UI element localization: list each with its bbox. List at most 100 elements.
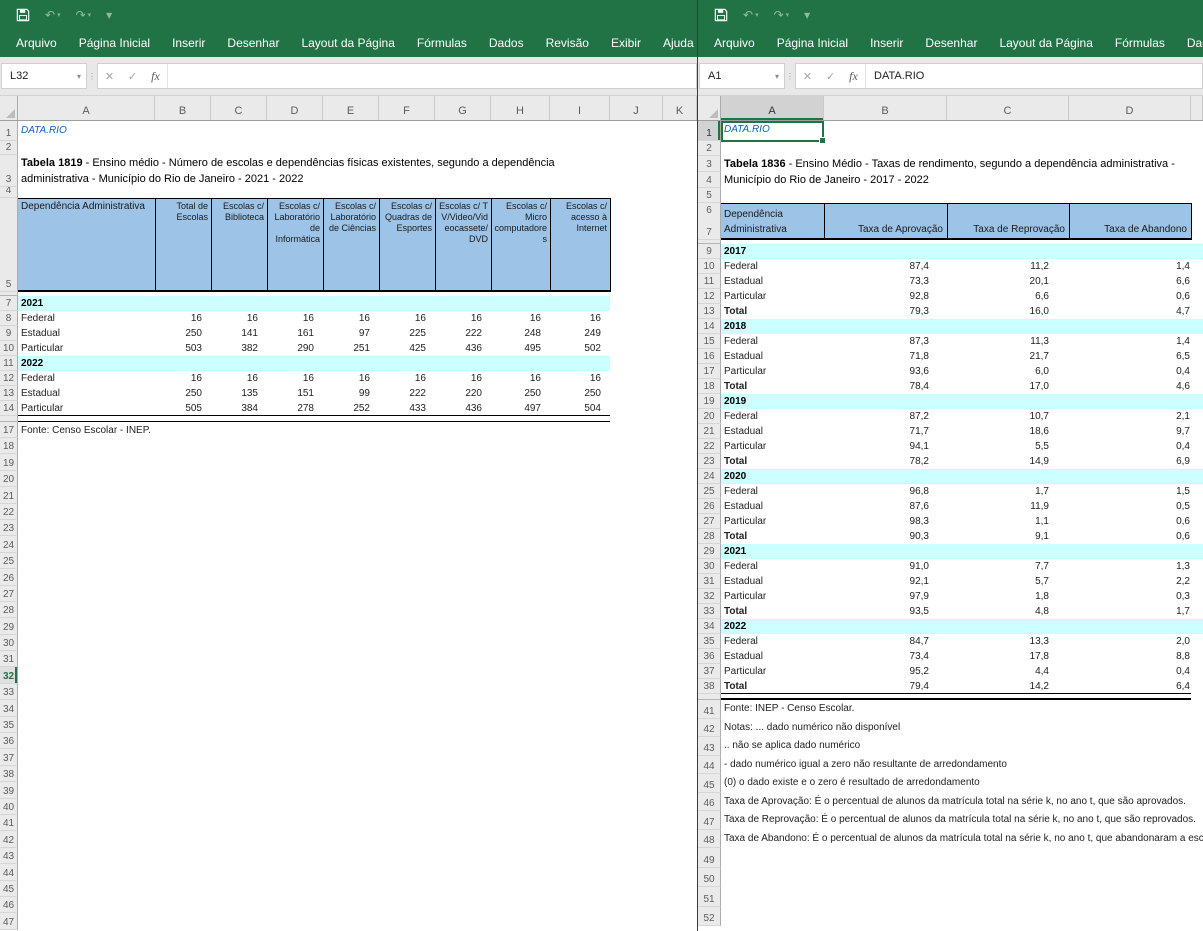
row-header-3[interactable]: 3 bbox=[0, 155, 18, 187]
data-cell[interactable]: 78,2 bbox=[824, 454, 947, 469]
row-header-17[interactable]: 17 bbox=[698, 364, 721, 379]
select-all-corner[interactable] bbox=[698, 96, 721, 120]
row-header-23[interactable]: 23 bbox=[698, 454, 721, 469]
data-cell[interactable]: 71,7 bbox=[824, 424, 947, 439]
row-cells[interactable] bbox=[18, 864, 697, 880]
row-cells[interactable] bbox=[18, 536, 697, 552]
save-icon[interactable] bbox=[714, 8, 728, 22]
row-cells[interactable] bbox=[721, 848, 1203, 868]
row-header-2[interactable]: 2 bbox=[698, 141, 721, 156]
row-header-6-7[interactable]: 67 bbox=[698, 203, 721, 240]
data-cell[interactable]: 16 bbox=[550, 311, 610, 326]
data-cell[interactable]: 220 bbox=[435, 386, 491, 401]
row-cells[interactable] bbox=[18, 569, 697, 585]
row-cells[interactable]: Federal87,311,31,4 bbox=[721, 334, 1203, 349]
data-cell[interactable]: 16 bbox=[379, 311, 435, 326]
row-header-45[interactable]: 45 bbox=[0, 881, 18, 897]
row-header-27[interactable]: 27 bbox=[698, 514, 721, 529]
data-cell[interactable]: 20,1 bbox=[947, 274, 1069, 289]
row-cells[interactable]: Taxa de Abandono: É o percentual de alun… bbox=[721, 830, 1203, 849]
row-cells[interactable] bbox=[18, 684, 697, 700]
row-cells[interactable]: Estadual25014116197225222248249 bbox=[18, 326, 697, 341]
row-header-41[interactable]: 41 bbox=[0, 815, 18, 831]
row-header-45[interactable]: 45 bbox=[698, 774, 721, 793]
data-cell[interactable]: 11,9 bbox=[947, 499, 1069, 514]
data-cell[interactable]: 225 bbox=[379, 326, 435, 341]
quick-access-customize-icon[interactable]: ▾ bbox=[106, 9, 112, 21]
data-cell[interactable]: 1,1 bbox=[947, 514, 1069, 529]
ribbon-tab-layout-da-p-gina[interactable]: Layout da Página bbox=[988, 30, 1103, 57]
row-header-44[interactable]: 44 bbox=[0, 864, 18, 880]
data-cell[interactable]: 2,0 bbox=[1069, 634, 1203, 649]
insert-function-icon[interactable]: fx bbox=[842, 69, 865, 84]
row-header-36[interactable]: 36 bbox=[0, 733, 18, 749]
row-cells[interactable] bbox=[18, 881, 697, 897]
name-box-dropdown-icon[interactable]: ▾ bbox=[775, 72, 779, 81]
data-cell[interactable]: 97 bbox=[323, 326, 379, 341]
data-cell[interactable]: 87,2 bbox=[824, 409, 947, 424]
row-cells[interactable]: Dependência AdministrativaTotal de Escol… bbox=[18, 198, 697, 292]
row-header-12[interactable]: 12 bbox=[698, 289, 721, 304]
ribbon-tab-inserir[interactable]: Inserir bbox=[859, 30, 914, 57]
data-cell[interactable]: 0,3 bbox=[1069, 589, 1203, 604]
ribbon-tab-dados[interactable]: Dados bbox=[478, 30, 535, 57]
row-header-24[interactable]: 24 bbox=[698, 469, 721, 484]
column-header-F[interactable]: F bbox=[379, 96, 435, 120]
row-header-47[interactable]: 47 bbox=[0, 913, 18, 929]
row-header-46[interactable]: 46 bbox=[0, 897, 18, 913]
data-cell[interactable]: 16 bbox=[323, 371, 379, 386]
row-header-38[interactable]: 38 bbox=[698, 679, 721, 694]
row-header-19[interactable]: 19 bbox=[0, 454, 18, 470]
row-header-27[interactable]: 27 bbox=[0, 586, 18, 602]
column-header-D[interactable]: D bbox=[267, 96, 323, 120]
row-header-51[interactable]: 51 bbox=[698, 887, 721, 907]
ribbon-tab-f-rmulas[interactable]: Fórmulas bbox=[406, 30, 478, 57]
data-cell[interactable]: 16 bbox=[155, 371, 211, 386]
row-cells[interactable]: Particular95,24,40,4 bbox=[721, 664, 1203, 679]
data-cell[interactable]: 92,1 bbox=[824, 574, 947, 589]
row-cells[interactable] bbox=[18, 749, 697, 765]
column-header-E[interactable]: E bbox=[323, 96, 379, 120]
data-cell[interactable]: 1,5 bbox=[1069, 484, 1203, 499]
data-cell[interactable]: 6,0 bbox=[947, 364, 1069, 379]
data-cell[interactable]: 16 bbox=[211, 311, 267, 326]
data-cell[interactable]: 1,7 bbox=[947, 484, 1069, 499]
row-header-15[interactable]: 15 bbox=[698, 334, 721, 349]
data-cell[interactable]: 90,3 bbox=[824, 529, 947, 544]
row-cells[interactable] bbox=[18, 141, 697, 155]
ribbon-tab-layout-da-p-gina[interactable]: Layout da Página bbox=[290, 30, 405, 57]
undo-icon[interactable]: ↶▾ bbox=[743, 9, 759, 21]
enter-icon[interactable]: ✓ bbox=[819, 70, 842, 83]
row-cells[interactable] bbox=[721, 141, 1203, 156]
row-cells[interactable] bbox=[18, 187, 697, 198]
data-cell[interactable]: 0,4 bbox=[1069, 439, 1203, 454]
data-cell[interactable]: 9,7 bbox=[1069, 424, 1203, 439]
row-cells[interactable] bbox=[18, 733, 697, 749]
ribbon-tab-p-gina-inicial[interactable]: Página Inicial bbox=[766, 30, 859, 57]
row-header-12[interactable]: 12 bbox=[0, 371, 18, 386]
row-cells[interactable] bbox=[18, 520, 697, 536]
row-header-10[interactable]: 10 bbox=[698, 259, 721, 274]
row-cells[interactable] bbox=[18, 913, 697, 929]
ribbon-tab-p-gina-inicial[interactable]: Página Inicial bbox=[68, 30, 161, 57]
data-cell[interactable]: 87,3 bbox=[824, 334, 947, 349]
data-cell[interactable]: 6,6 bbox=[947, 289, 1069, 304]
row-header-33[interactable]: 33 bbox=[698, 604, 721, 619]
column-header-J[interactable]: J bbox=[610, 96, 663, 120]
row-cells[interactable]: 2017 bbox=[721, 244, 1203, 259]
ribbon-tab-inserir[interactable]: Inserir bbox=[161, 30, 216, 57]
row-header-13[interactable]: 13 bbox=[698, 304, 721, 319]
data-cell[interactable]: 2,1 bbox=[1069, 409, 1203, 424]
row-header-9[interactable]: 9 bbox=[698, 244, 721, 259]
redo-icon[interactable]: ↷▾ bbox=[774, 9, 790, 21]
data-cell[interactable]: 6,5 bbox=[1069, 349, 1203, 364]
data-cell[interactable]: 6,9 bbox=[1069, 454, 1203, 469]
row-header-20[interactable]: 20 bbox=[0, 471, 18, 487]
column-header-G[interactable]: G bbox=[435, 96, 491, 120]
row-cells[interactable] bbox=[18, 799, 697, 815]
row-cells[interactable]: Estadual25013515199222220250250 bbox=[18, 386, 697, 401]
row-header-23[interactable]: 23 bbox=[0, 520, 18, 536]
row-header-21[interactable]: 21 bbox=[0, 487, 18, 503]
data-cell[interactable]: 0,6 bbox=[1069, 514, 1203, 529]
row-header-37[interactable]: 37 bbox=[698, 664, 721, 679]
